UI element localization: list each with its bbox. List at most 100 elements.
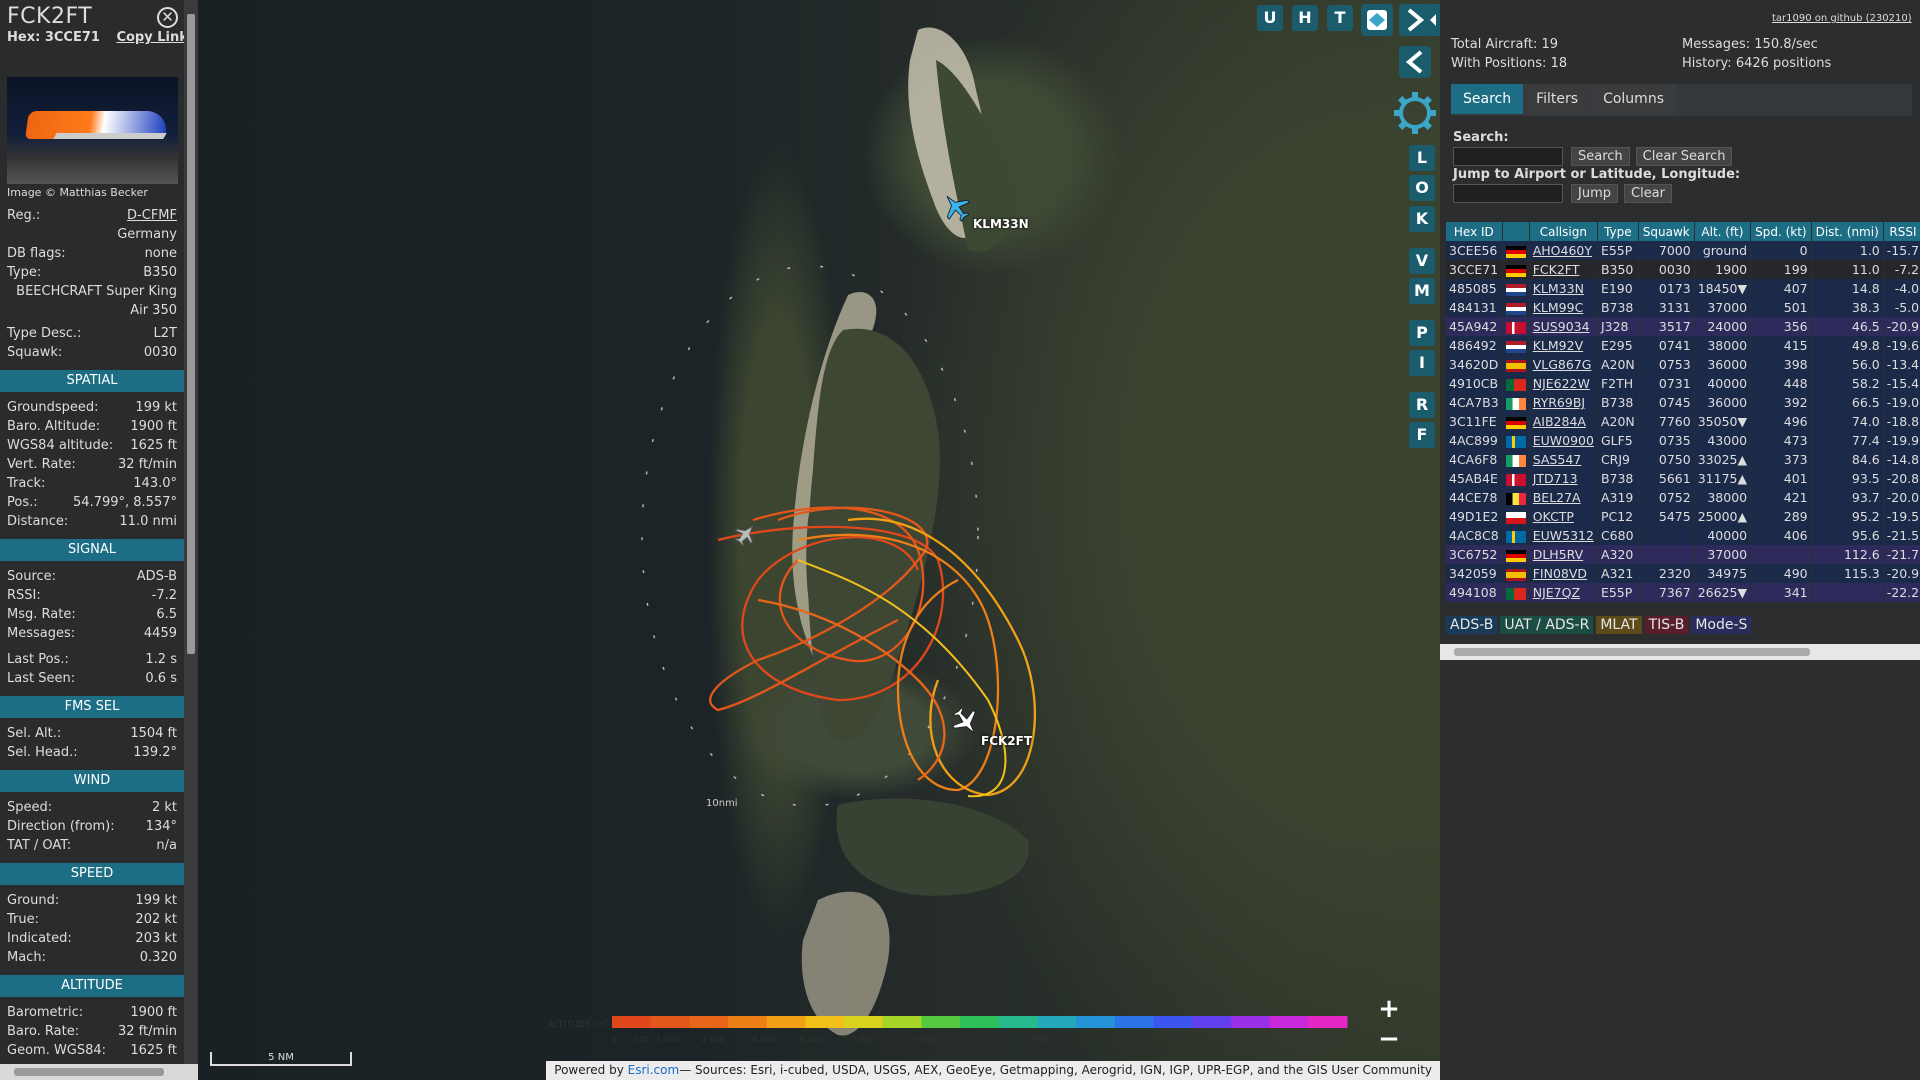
table-row[interactable]: 4AC8C8EUW5312C6804000040695.6-21.5n bbox=[1446, 526, 1920, 545]
sidebar-vertical-scrollbar[interactable] bbox=[184, 0, 198, 1064]
column-header[interactable]: Callsign bbox=[1529, 222, 1598, 241]
alt-legend-tick: 1 000 bbox=[656, 1035, 679, 1044]
map-button-i[interactable]: I bbox=[1409, 350, 1435, 376]
tab-columns[interactable]: Columns bbox=[1591, 84, 1676, 114]
esri-link[interactable]: Esri.com bbox=[628, 1063, 680, 1077]
column-header[interactable]: Spd. (kt) bbox=[1750, 222, 1812, 241]
cs-cell[interactable]: AIB284A bbox=[1529, 412, 1598, 431]
map-button-u[interactable]: U bbox=[1257, 5, 1283, 31]
cs-cell[interactable]: VLG867G bbox=[1529, 355, 1598, 374]
map-button-h[interactable]: H bbox=[1292, 5, 1318, 31]
tab-search[interactable]: Search bbox=[1451, 84, 1524, 114]
table-row[interactable]: 494108NJE7QZE55P736726625▼341-22.2n bbox=[1446, 583, 1920, 602]
cs-cell[interactable]: SUS9034 bbox=[1529, 317, 1598, 336]
layers-button[interactable] bbox=[1361, 4, 1393, 36]
info-type-name-1: BEECHCRAFT Super King bbox=[0, 282, 184, 301]
clear-button[interactable]: Clear bbox=[1624, 183, 1672, 203]
cs-cell[interactable]: RYR69BJ bbox=[1529, 393, 1598, 412]
cs-cell[interactable]: KLM99C bbox=[1529, 298, 1598, 317]
search-form: Search: Search Clear Search Jump to Airp… bbox=[1453, 130, 1740, 204]
version-link[interactable]: tar1090 on github (230210) bbox=[1772, 13, 1912, 24]
map-button-o[interactable]: O bbox=[1409, 175, 1435, 201]
hex-cell: 4AC8C8 bbox=[1446, 526, 1503, 545]
alt-legend-swatch bbox=[960, 1016, 1000, 1028]
table-row[interactable]: 4910CBNJE622WF2TH07314000044858.2-15.4n bbox=[1446, 374, 1920, 393]
sq-cell: 0741 bbox=[1638, 336, 1695, 355]
altitude-row: Baro. Rate: 32 ft/min bbox=[0, 1022, 184, 1041]
table-row[interactable]: 486492KLM92VE29507413800041549.8-19.6n bbox=[1446, 336, 1920, 355]
cs-cell[interactable]: OKCTP bbox=[1529, 507, 1598, 526]
table-row[interactable]: 3CEE56AHO460YE55P7000ground01.0-15.7n bbox=[1446, 241, 1920, 260]
table-row[interactable]: 49D1E2OKCTPPC12547525000▲28995.2-19.5n bbox=[1446, 507, 1920, 526]
cs-cell[interactable]: KLM33N bbox=[1529, 279, 1598, 298]
cs-cell[interactable]: BEL27A bbox=[1529, 488, 1598, 507]
search-button[interactable]: Search bbox=[1571, 146, 1630, 166]
dist-cell: 66.5 bbox=[1811, 393, 1884, 412]
registration-link[interactable]: D-CFMF bbox=[127, 206, 177, 225]
scroll-thumb[interactable] bbox=[1454, 648, 1810, 656]
copy-link[interactable]: Copy Link bbox=[116, 30, 184, 45]
table-row[interactable]: 4CA7B3RYR69BJB73807453600039266.5-19.0n bbox=[1446, 393, 1920, 412]
collapse-left-button[interactable] bbox=[1399, 46, 1431, 78]
cs-cell[interactable]: SAS547 bbox=[1529, 450, 1598, 469]
table-row[interactable]: 34620DVLG867GA20N07533600039856.0-13.4n bbox=[1446, 355, 1920, 374]
cs-cell[interactable]: FCK2FT bbox=[1529, 260, 1598, 279]
close-icon[interactable]: ✕ bbox=[157, 7, 178, 28]
signal2-row: Last Pos.: 1.2 s bbox=[0, 650, 184, 669]
column-header[interactable]: Type bbox=[1597, 222, 1639, 241]
table-row[interactable]: 484131KLM99CB73831313700050138.3-5.0n bbox=[1446, 298, 1920, 317]
map-button-m[interactable]: M bbox=[1409, 278, 1435, 304]
toggle-sidebar-button[interactable] bbox=[1427, 4, 1440, 36]
map-button-f[interactable]: F bbox=[1409, 422, 1435, 448]
map-button-k[interactable]: K bbox=[1409, 206, 1435, 232]
column-header[interactable]: Hex ID bbox=[1446, 222, 1503, 241]
klm33n-label[interactable]: KLM33N bbox=[973, 217, 1029, 231]
cs-cell[interactable]: FIN08VD bbox=[1529, 564, 1598, 583]
fck2ft-label[interactable]: FCK2FT bbox=[981, 734, 1032, 748]
table-row[interactable]: 45AB4EJTD713B738566131175▲40193.5-20.8n bbox=[1446, 469, 1920, 488]
column-header[interactable]: Alt. (ft) bbox=[1694, 222, 1752, 241]
cs-cell[interactable]: NJE7QZ bbox=[1529, 583, 1598, 602]
scroll-thumb[interactable] bbox=[187, 14, 195, 654]
alt-legend-swatch bbox=[1037, 1016, 1077, 1028]
cs-cell[interactable]: EUW0900 bbox=[1529, 431, 1598, 450]
clear-search-button[interactable]: Clear Search bbox=[1635, 146, 1733, 166]
map-view[interactable]: 10nmi KLM33N FCK2FT UHT L O K V M P I R … bbox=[198, 0, 1440, 1080]
table-row[interactable]: 342059FIN08VDA321232034975490115.3-20.9n bbox=[1446, 564, 1920, 583]
fms-label: Sel. Head.: bbox=[7, 745, 78, 760]
cs-cell[interactable]: EUW5312 bbox=[1529, 526, 1598, 545]
table-row[interactable]: 4CA6F8SAS547CRJ9075033025▲37384.6-14.8n bbox=[1446, 450, 1920, 469]
table-row[interactable]: 3C11FEAIB284AA20N776035050▼49674.0-18.8n bbox=[1446, 412, 1920, 431]
table-row[interactable]: 3C6752DLH5RVA32037000112.6-21.7n bbox=[1446, 545, 1920, 564]
column-header[interactable] bbox=[1502, 222, 1530, 241]
table-body: 3CEE56AHO460YE55P7000ground01.0-15.7n3CC… bbox=[1446, 241, 1920, 602]
cs-cell[interactable]: NJE622W bbox=[1529, 374, 1598, 393]
table-horizontal-scrollbar[interactable] bbox=[1440, 644, 1920, 660]
map-button-l[interactable]: L bbox=[1409, 145, 1435, 171]
column-header[interactable]: Dist. (nmi) bbox=[1811, 222, 1884, 241]
aircraft-photo[interactable] bbox=[7, 77, 178, 184]
map-button-r[interactable]: R bbox=[1409, 392, 1435, 418]
cs-cell[interactable]: JTD713 bbox=[1529, 469, 1598, 488]
tab-filters[interactable]: Filters bbox=[1524, 84, 1591, 114]
table-row[interactable]: 4AC899EUW0900GLF507354300047377.4-19.9n bbox=[1446, 431, 1920, 450]
scroll-thumb[interactable] bbox=[14, 1068, 164, 1076]
jump-input[interactable] bbox=[1453, 183, 1563, 203]
hex-cell: 484131 bbox=[1446, 298, 1503, 317]
search-input[interactable] bbox=[1453, 146, 1563, 166]
column-header[interactable]: Squawk bbox=[1638, 222, 1695, 241]
map-button-t[interactable]: T bbox=[1327, 5, 1353, 31]
table-row[interactable]: 45A942SUS9034J32835172400035646.5-20.9n bbox=[1446, 317, 1920, 336]
map-button-p[interactable]: P bbox=[1409, 320, 1435, 346]
sidebar-horizontal-scrollbar[interactable] bbox=[0, 1064, 198, 1080]
cs-cell[interactable]: AHO460Y bbox=[1529, 241, 1598, 260]
cs-cell[interactable]: DLH5RV bbox=[1529, 545, 1598, 564]
table-row[interactable]: 485085KLM33NE190017318450▼40714.8-4.0n bbox=[1446, 279, 1920, 298]
cs-cell[interactable]: KLM92V bbox=[1529, 336, 1598, 355]
jump-button[interactable]: Jump bbox=[1571, 183, 1618, 203]
settings-button[interactable] bbox=[1392, 90, 1438, 136]
map-button-v[interactable]: V bbox=[1409, 248, 1435, 274]
table-row[interactable]: 3CCE71FCK2FTB3500030190019911.0-7.2n bbox=[1446, 260, 1920, 279]
table-row[interactable]: 44CE78BEL27AA31907523800042193.7-20.0n bbox=[1446, 488, 1920, 507]
column-header[interactable]: RSSI bbox=[1883, 222, 1920, 241]
